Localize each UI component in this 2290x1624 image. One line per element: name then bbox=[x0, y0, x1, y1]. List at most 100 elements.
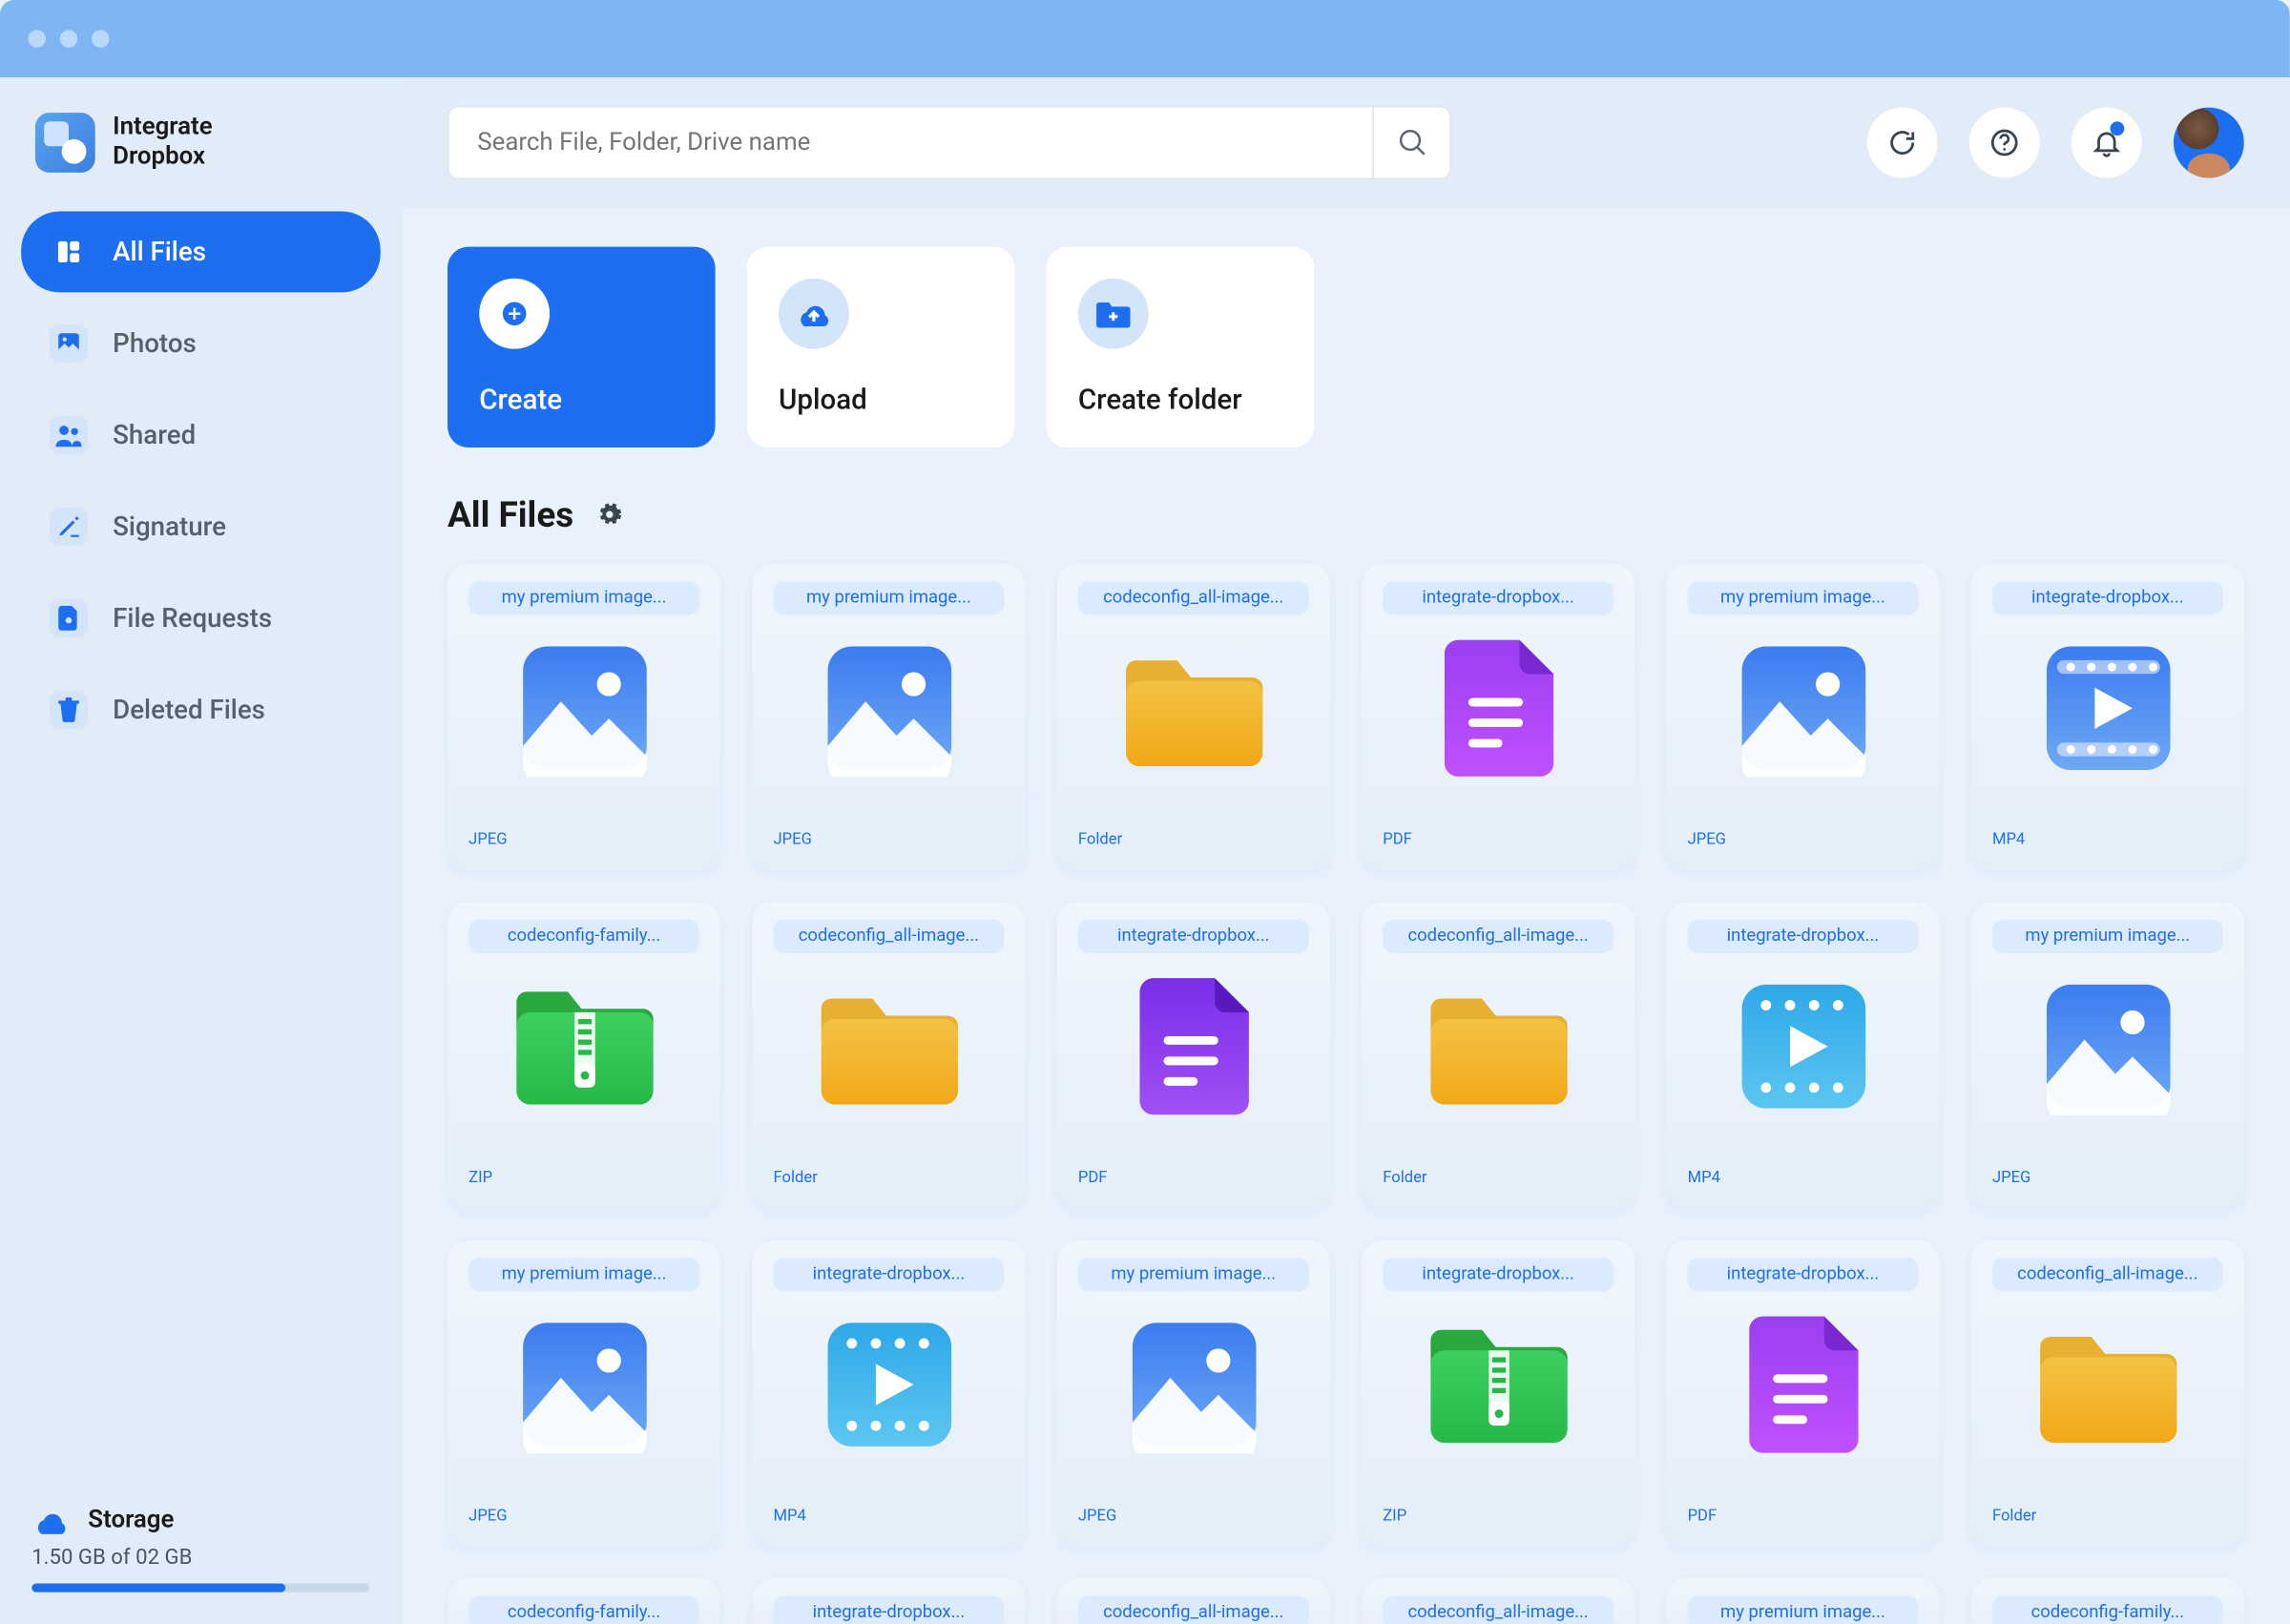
file-type: PDF bbox=[1078, 1170, 1108, 1187]
file-pdf-icon bbox=[1429, 639, 1567, 777]
file-name: integrate-dropbox... bbox=[1992, 581, 2223, 614]
file-type: MP4 bbox=[1687, 1170, 1719, 1187]
folder-plus-icon bbox=[1078, 279, 1149, 349]
search-input[interactable] bbox=[449, 108, 1372, 178]
file-type: ZIP bbox=[1383, 1508, 1406, 1525]
file-card[interactable]: integrate-dropbox... MP4 bbox=[1666, 902, 1939, 1208]
action-label: Create bbox=[479, 383, 683, 416]
file-card[interactable]: codeconfig-family...ZIP bbox=[448, 902, 720, 1208]
file-card[interactable]: codeconfig_all-image...Folder bbox=[1362, 902, 1634, 1208]
window-titlebar bbox=[0, 0, 2290, 77]
file-type: JPEG bbox=[773, 831, 811, 848]
file-card[interactable]: codeconfig_all-image... Folder bbox=[1971, 1240, 2244, 1547]
cloud-up-icon bbox=[779, 279, 849, 349]
file-card[interactable]: my premium image...JPEG bbox=[448, 1240, 720, 1547]
file-type: Folder bbox=[773, 1170, 817, 1187]
file-type: PDF bbox=[1383, 831, 1412, 848]
file-card[interactable]: integrate-dropbox... bbox=[752, 1578, 1025, 1624]
file-image-icon bbox=[515, 639, 653, 777]
sync-icon bbox=[1886, 127, 1918, 158]
window-dot bbox=[60, 30, 77, 47]
file-card[interactable]: codeconfig_all-image... Folder bbox=[752, 902, 1025, 1208]
file-folder-icon bbox=[1125, 639, 1262, 777]
file-name: codeconfig_all-image... bbox=[1992, 1258, 2223, 1291]
file-card[interactable]: my premium image...JPEG bbox=[1666, 564, 1939, 870]
sidebar-item-shared[interactable]: Shared bbox=[21, 395, 381, 476]
file-type: Folder bbox=[1992, 1508, 2036, 1525]
gear-icon[interactable] bbox=[594, 500, 623, 529]
file-card[interactable]: integrate-dropbox...MP4 bbox=[1971, 564, 2244, 870]
file-type: PDF bbox=[1687, 1508, 1717, 1525]
file-name: codeconfig-family... bbox=[468, 920, 699, 953]
storage-panel: Storage 1.50 GB of 02 GB bbox=[31, 1506, 369, 1592]
file-name: integrate-dropbox... bbox=[1687, 1258, 1918, 1291]
file-type: Folder bbox=[1383, 1170, 1426, 1187]
help-button[interactable] bbox=[1969, 108, 2040, 178]
notifications-button[interactable] bbox=[2071, 108, 2142, 178]
people-icon bbox=[50, 416, 89, 455]
file-name: codeconfig_all-image... bbox=[1383, 1595, 1613, 1624]
storage-bar bbox=[31, 1584, 369, 1593]
file-card[interactable]: my premium image... bbox=[1666, 1578, 1939, 1624]
sidebar-item-label: Photos bbox=[113, 327, 197, 359]
file-card[interactable]: codeconfig_all-image... bbox=[1057, 1578, 1330, 1624]
image-icon bbox=[50, 324, 89, 364]
create-folder-button[interactable]: Create folder bbox=[1047, 246, 1315, 447]
file-card[interactable]: integrate-dropbox... PDF bbox=[1666, 1240, 1939, 1547]
storage-title: Storage bbox=[88, 1506, 174, 1534]
help-icon bbox=[1988, 127, 2020, 158]
file-folder-icon bbox=[1429, 978, 1567, 1115]
file-card[interactable]: integrate-dropbox...PDF bbox=[1057, 902, 1330, 1208]
brand-icon bbox=[35, 113, 95, 173]
file-icon bbox=[50, 599, 89, 638]
upload-button[interactable]: Upload bbox=[747, 246, 1015, 447]
file-card[interactable]: codeconfig-family... bbox=[448, 1578, 720, 1624]
file-card[interactable]: my premium image...JPEG bbox=[1971, 902, 2244, 1208]
file-card[interactable]: codeconfig_all-image...Folder bbox=[1057, 564, 1330, 870]
file-type: JPEG bbox=[1687, 831, 1725, 848]
file-name: my premium image... bbox=[468, 581, 699, 614]
cloud-icon bbox=[31, 1506, 71, 1534]
file-video-alt-icon bbox=[820, 1316, 957, 1453]
file-name: integrate-dropbox... bbox=[773, 1258, 1004, 1291]
sidebar-item-label: File Requests bbox=[113, 602, 272, 634]
file-name: my premium image... bbox=[1992, 920, 2223, 953]
file-card[interactable]: my premium image...JPEG bbox=[448, 564, 720, 870]
file-card[interactable]: integrate-dropbox...ZIP bbox=[1362, 1240, 1634, 1547]
search-icon bbox=[1398, 129, 1426, 157]
sidebar-item-all-files[interactable]: All Files bbox=[21, 212, 381, 293]
file-pdf-alt-icon bbox=[1125, 978, 1262, 1115]
file-card[interactable]: integrate-dropbox... PDF bbox=[1362, 564, 1634, 870]
file-card[interactable]: my premium image... JPEG bbox=[752, 564, 1025, 870]
file-card[interactable]: integrate-dropbox...MP4 bbox=[752, 1240, 1025, 1547]
file-image-icon bbox=[1125, 1316, 1262, 1453]
file-name: integrate-dropbox... bbox=[1687, 920, 1918, 953]
sidebar-item-signature[interactable]: Signature bbox=[21, 486, 381, 567]
file-name: codeconfig_all-image... bbox=[773, 920, 1004, 953]
file-card[interactable]: codeconfig-family... bbox=[1971, 1578, 2244, 1624]
file-folder-icon bbox=[2039, 1316, 2176, 1453]
create-button[interactable]: Create bbox=[448, 246, 716, 447]
sync-button[interactable] bbox=[1867, 108, 1938, 178]
file-image-icon bbox=[2039, 978, 2176, 1115]
pen-icon bbox=[50, 508, 89, 547]
avatar[interactable] bbox=[2174, 108, 2244, 178]
plus-icon bbox=[479, 279, 550, 349]
sidebar-item-deleted-files[interactable]: Deleted Files bbox=[21, 669, 381, 750]
sidebar-item-label: All Files bbox=[113, 236, 206, 267]
topbar bbox=[402, 77, 2290, 208]
sidebar-item-file-requests[interactable]: File Requests bbox=[21, 577, 381, 658]
main-panel: CreateUploadCreate folder All Files my p… bbox=[402, 77, 2290, 1624]
sidebar-item-label: Shared bbox=[113, 419, 196, 450]
window-dot bbox=[29, 30, 46, 47]
storage-text: 1.50 GB of 02 GB bbox=[31, 1545, 369, 1570]
file-name: my premium image... bbox=[773, 581, 1004, 614]
sidebar-item-photos[interactable]: Photos bbox=[21, 303, 381, 385]
file-card[interactable]: my premium image...JPEG bbox=[1057, 1240, 1330, 1547]
file-card[interactable]: codeconfig_all-image... bbox=[1362, 1578, 1634, 1624]
brand-text: Integrate Dropbox bbox=[113, 114, 213, 173]
file-name: integrate-dropbox... bbox=[1383, 581, 1613, 614]
file-name: codeconfig-family... bbox=[1992, 1595, 2223, 1624]
file-name: integrate-dropbox... bbox=[773, 1595, 1004, 1624]
search-button[interactable] bbox=[1372, 108, 1449, 178]
